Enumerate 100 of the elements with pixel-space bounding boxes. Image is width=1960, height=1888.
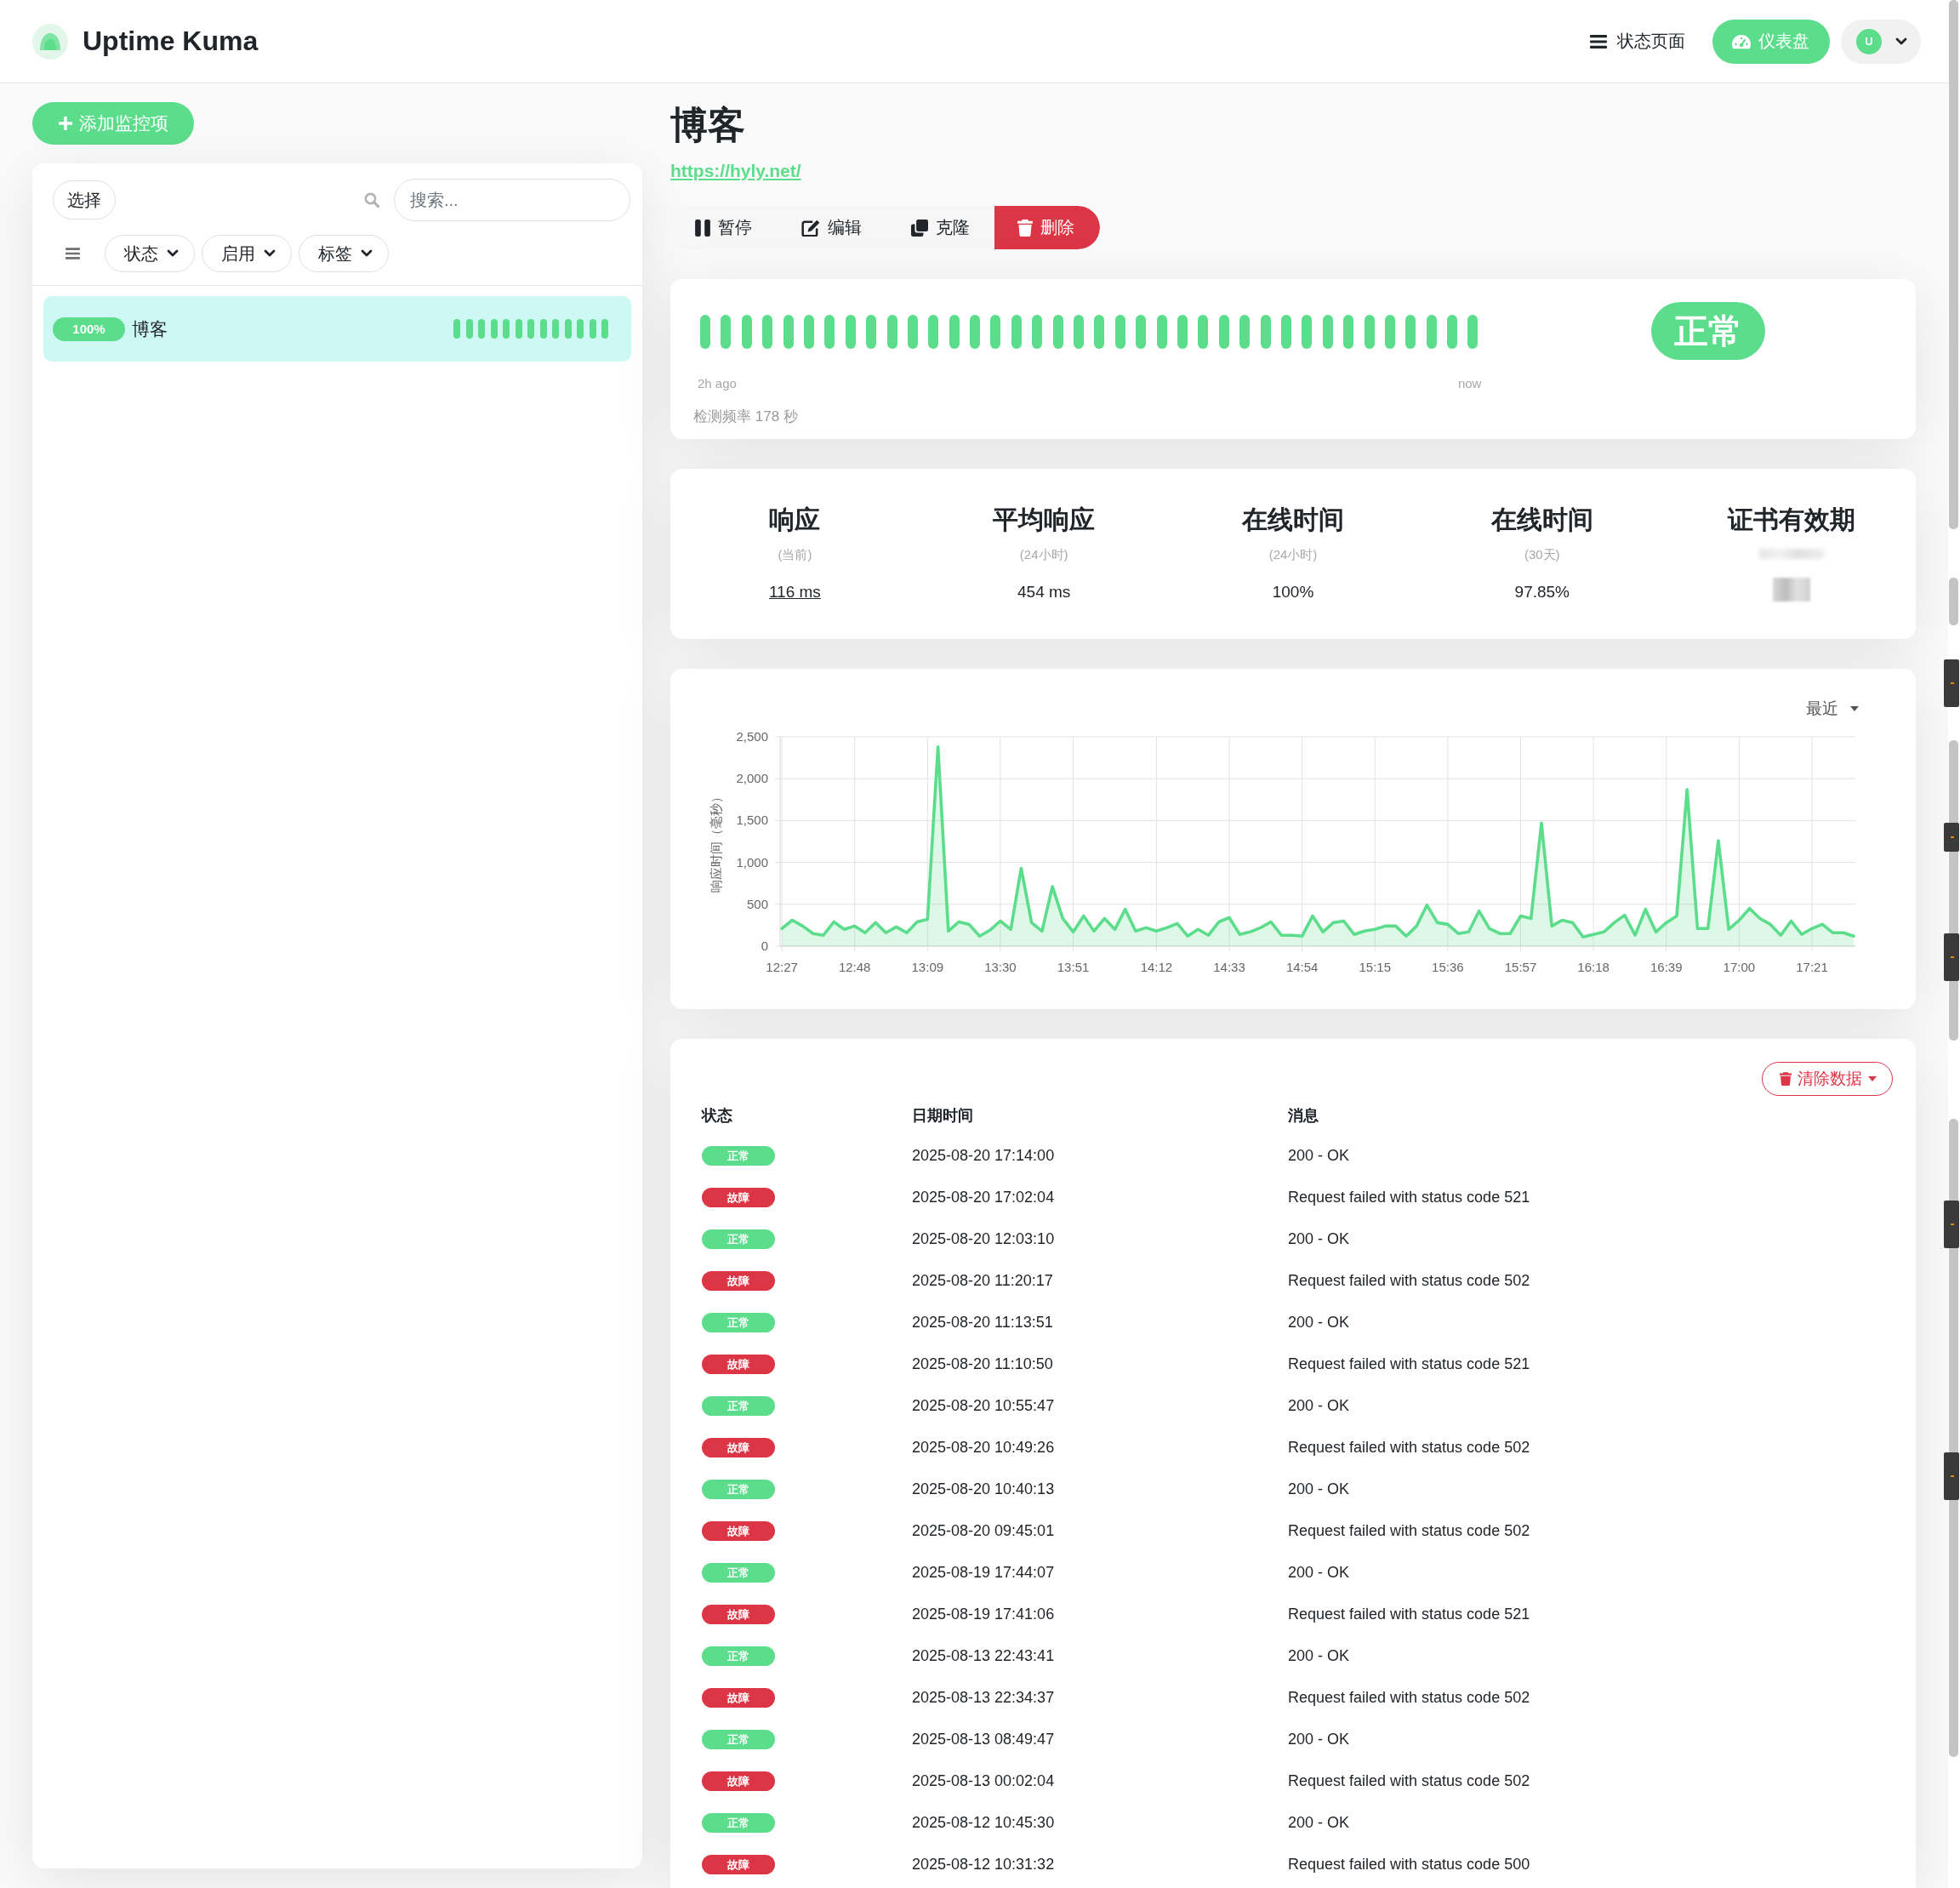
logo-icon (32, 23, 68, 60)
x-tick-label: 12:27 (766, 960, 798, 974)
side-handle-icon (1944, 823, 1959, 852)
x-tick-label: 17:21 (1796, 960, 1828, 974)
y-tick-label: 1,000 (736, 854, 768, 870)
column-header: 日期时间 (912, 1106, 973, 1126)
y-tick-label: 2,000 (736, 771, 768, 786)
event-datetime: 2025-08-20 11:13:51 (912, 1314, 1053, 1332)
caret-icon (1868, 1076, 1877, 1081)
status-badge: 正常 (702, 1813, 775, 1833)
event-message: Request failed with status code 502 (1288, 1439, 1530, 1457)
search-field[interactable]: 搜索... (394, 179, 630, 221)
plus-icon (58, 117, 72, 130)
status-badge: 故障 (702, 1855, 775, 1874)
pause-button[interactable]: 暂停 (670, 206, 777, 249)
event-datetime: 2025-08-20 11:10:50 (912, 1355, 1053, 1373)
x-tick-label: 16:39 (1650, 960, 1683, 974)
monitor-list-item[interactable]: 100% 博客 (43, 296, 631, 362)
status-badge: 正常 (702, 1229, 775, 1249)
filter-dropdown[interactable]: 启用 (202, 235, 292, 272)
chevron-icon (361, 249, 373, 258)
event-message: 200 - OK (1288, 1814, 1350, 1832)
status-badge: 故障 (702, 1521, 775, 1541)
side-handle-icon (1944, 933, 1959, 981)
stat-value: 454 ms (1017, 582, 1071, 602)
status-badge: 正常 (702, 1646, 775, 1666)
x-tick-label: 13:30 (984, 960, 1017, 974)
edit-button[interactable]: 编辑 (777, 206, 886, 249)
event-datetime: 2025-08-20 12:03:10 (912, 1230, 1055, 1248)
event-message: Request failed with status code 502 (1288, 1689, 1530, 1707)
event-message: 200 - OK (1288, 1397, 1350, 1415)
period-dropdown[interactable]: 最近 (1806, 699, 1859, 719)
event-message: Request failed with status code 521 (1288, 1189, 1530, 1206)
event-message: 200 - OK (1288, 1230, 1350, 1248)
chevron-icon (167, 249, 179, 258)
event-message: 200 - OK (1288, 1647, 1350, 1665)
column-header: 状态 (702, 1106, 732, 1126)
filter-dropdown[interactable]: 标签 (299, 235, 389, 272)
y-tick-label: 2,500 (736, 729, 768, 744)
list-icon (1590, 34, 1607, 48)
event-message: 200 - OK (1288, 1314, 1350, 1332)
stat-subtitle: (当前) (778, 546, 812, 563)
event-message: Request failed with status code 521 (1288, 1606, 1530, 1623)
user-avatar: U (1856, 28, 1882, 54)
status-badge: 正常 (702, 1563, 775, 1583)
event-datetime: 2025-08-20 10:49:26 (912, 1439, 1055, 1457)
axis-title: 响应时间（毫秒） (709, 790, 723, 893)
event-datetime: 2025-08-19 17:44:07 (912, 1564, 1055, 1582)
side-handle-icon (1944, 1452, 1959, 1500)
event-datetime: 2025-08-20 10:55:47 (912, 1397, 1055, 1415)
stat-value-link[interactable]: 116 ms (768, 581, 821, 603)
stat-title: 在线时间 (1242, 505, 1344, 535)
status-badge: 故障 (702, 1605, 775, 1624)
chevron-icon (1895, 37, 1907, 46)
stat-title: 平均响应 (993, 505, 1096, 535)
event-datetime: 2025-08-20 17:02:04 (912, 1189, 1055, 1206)
status-badge: 故障 (702, 1355, 775, 1374)
status-badge: 故障 (702, 1188, 775, 1207)
status-badge: 正常 (702, 1396, 775, 1416)
x-tick-label: 14:33 (1213, 960, 1245, 974)
y-tick-label: 1,500 (736, 813, 768, 828)
scrollbar-thumb[interactable] (1949, 578, 1958, 625)
chevron-icon (264, 249, 276, 258)
stat-title: 响应 (769, 505, 821, 535)
status-badge: 故障 (702, 1688, 775, 1708)
status-page-link[interactable]: 状态页面 (1590, 25, 1685, 58)
event-message: 200 - OK (1288, 1480, 1350, 1498)
delete-button[interactable]: 删除 (994, 206, 1100, 249)
stat-subtitle: (24小时) (1019, 546, 1068, 563)
filter-dropdown[interactable]: 状态 (105, 235, 195, 272)
monitor-name: 博客 (132, 317, 168, 340)
status-badge: 故障 (702, 1771, 775, 1791)
select-button[interactable]: 选择 (53, 180, 116, 220)
event-message: Request failed with status code 521 (1288, 1355, 1530, 1373)
caret-icon (1850, 706, 1859, 711)
event-datetime: 2025-08-20 17:14:00 (912, 1147, 1055, 1165)
event-datetime: 2025-08-13 08:49:47 (912, 1731, 1055, 1748)
x-tick-label: 15:15 (1359, 960, 1392, 974)
status-badge: 故障 (702, 1438, 775, 1457)
x-tick-label: 13:51 (1057, 960, 1090, 974)
check-interval-text: 检测频率 178 秒 (693, 408, 798, 426)
scrollbar-thumb[interactable] (1949, 0, 1958, 529)
clear-data-button[interactable]: 清除数据 (1762, 1062, 1893, 1096)
clone-icon (911, 219, 928, 237)
list-icon (66, 248, 80, 260)
edit-icon (801, 219, 820, 237)
event-datetime: 2025-08-20 10:40:13 (912, 1480, 1055, 1498)
status-badge: 正常 (702, 1146, 775, 1166)
y-tick-label: 500 (746, 896, 768, 911)
event-message: Request failed with status code 502 (1288, 1272, 1530, 1290)
stat-value: 100% (1272, 582, 1314, 602)
event-datetime: 2025-08-13 22:34:37 (912, 1689, 1055, 1707)
event-message: 200 - OK (1288, 1147, 1350, 1165)
event-datetime: 2025-08-12 10:31:32 (912, 1856, 1055, 1874)
stat-title: 证书有效期 (1727, 505, 1855, 535)
event-datetime: 2025-08-12 10:45:30 (912, 1814, 1055, 1832)
event-datetime: 2025-08-20 09:45:01 (912, 1522, 1055, 1540)
event-datetime: 2025-08-13 22:43:41 (912, 1647, 1055, 1665)
time-label: 2h ago (698, 375, 737, 392)
clone-button[interactable]: 克隆 (886, 206, 994, 249)
